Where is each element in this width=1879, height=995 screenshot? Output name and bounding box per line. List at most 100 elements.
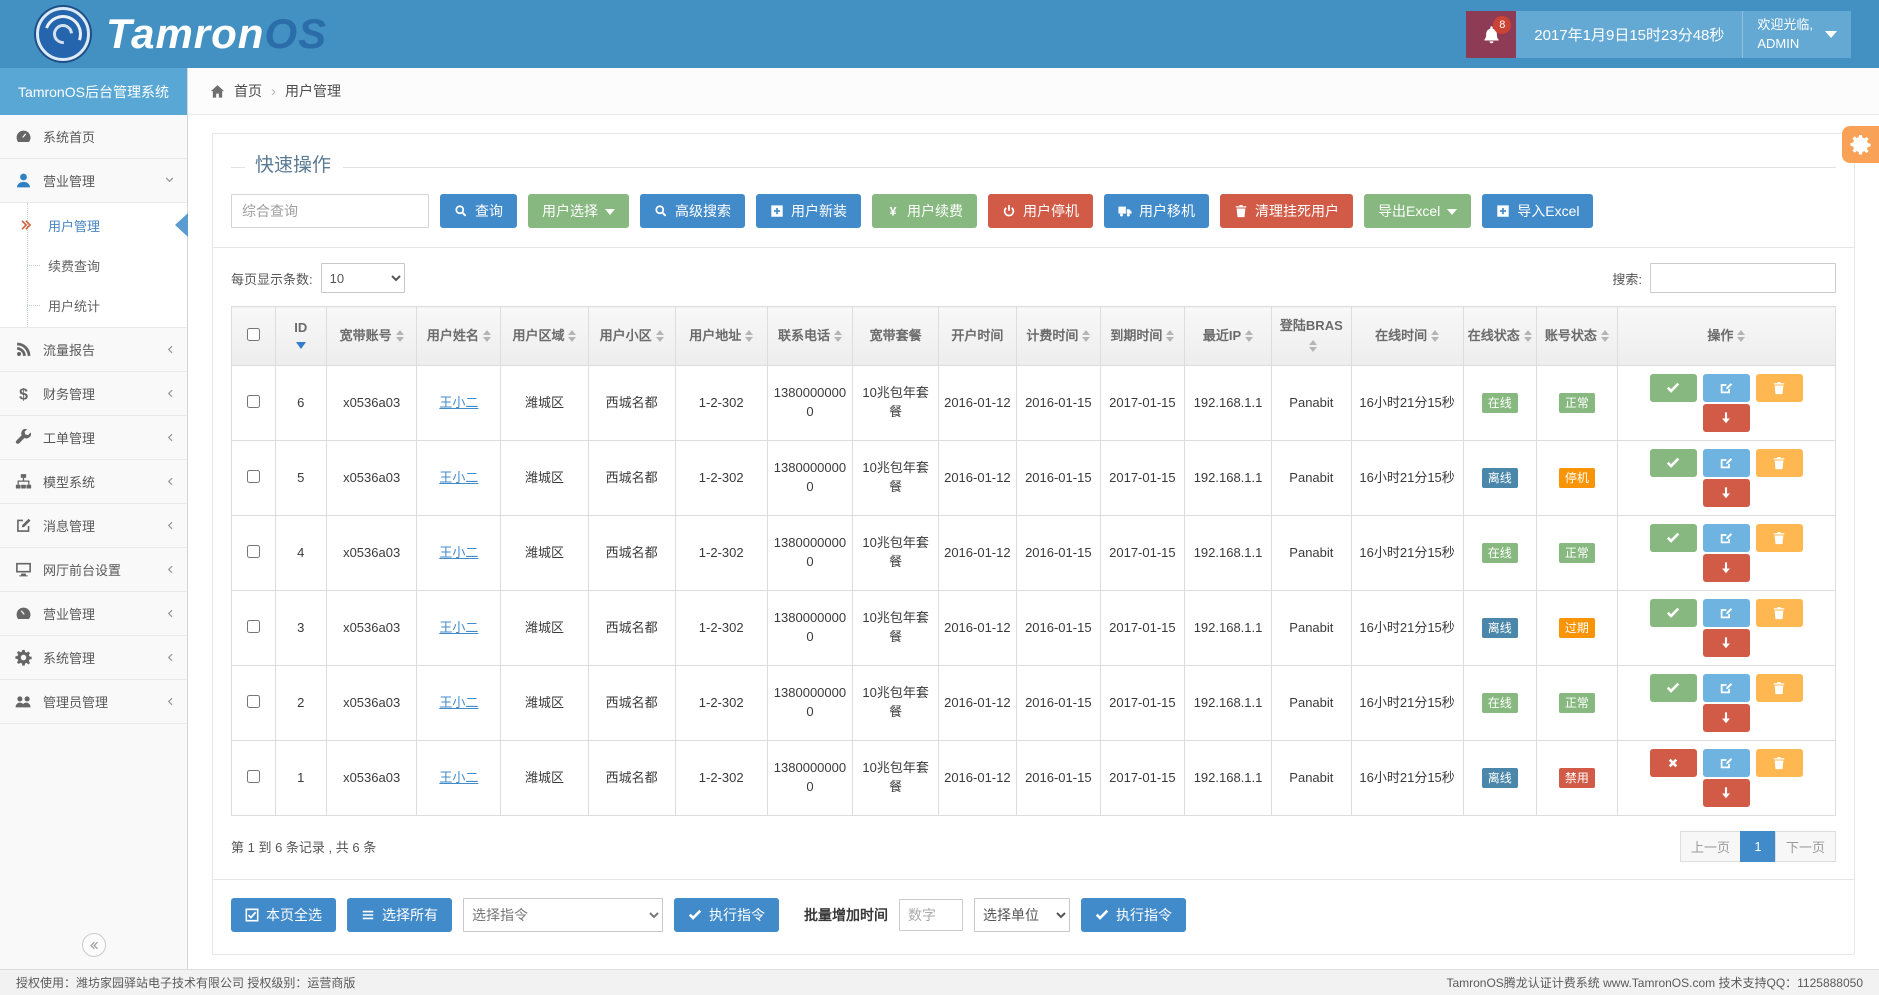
toolbar-button-8[interactable]: 导出Excel <box>1364 194 1471 228</box>
sidebar-item-10[interactable]: 管理员管理 <box>0 680 187 724</box>
sidebar-item-9[interactable]: 系统管理 <box>0 636 187 680</box>
column-header-actions[interactable]: 操作 <box>1617 307 1835 366</box>
toolbar-button-9[interactable]: 导入Excel <box>1482 194 1593 228</box>
deny-action-button[interactable] <box>1650 749 1697 777</box>
sidebar-item-3[interactable]: $财务管理 <box>0 372 187 416</box>
batch-number-input[interactable] <box>899 899 963 931</box>
column-header-account[interactable]: 宽带账号 <box>326 307 416 366</box>
toolbar-button-2[interactable]: 高级搜索 <box>640 194 745 228</box>
sidebar-item-0[interactable]: 系统首页 <box>0 115 187 159</box>
user-menu[interactable]: 欢迎光临, ADMIN <box>1742 11 1851 58</box>
column-header-online_time[interactable]: 在线时间 <box>1351 307 1463 366</box>
toolbar-button-5[interactable]: 用户停机 <box>988 194 1093 228</box>
column-header-address[interactable]: 用户地址 <box>675 307 767 366</box>
sidebar-item-1[interactable]: 营业管理 <box>0 159 187 203</box>
sidebar-item-2[interactable]: 流量报告 <box>0 328 187 372</box>
column-header-expire_date[interactable]: 到期时间 <box>1100 307 1184 366</box>
edit-action-button[interactable] <box>1703 749 1750 777</box>
download-action-button[interactable] <box>1703 704 1750 732</box>
sidebar-item-5[interactable]: 模型系统 <box>0 460 187 504</box>
breadcrumb-home[interactable]: 首页 <box>234 81 262 101</box>
column-header-bras[interactable]: 登陆BRAS <box>1272 307 1351 366</box>
edit-action-button[interactable] <box>1703 674 1750 702</box>
column-header-ip[interactable]: 最近IP <box>1184 307 1271 366</box>
approve-action-button[interactable] <box>1650 524 1697 552</box>
pagination-next-button[interactable]: 下一页 <box>1775 831 1836 862</box>
column-header-online_status[interactable]: 在线状态 <box>1463 307 1536 366</box>
sidebar-subitem-0[interactable]: 用户管理 <box>0 205 187 245</box>
pagination-page-button[interactable]: 1 <box>1740 831 1776 862</box>
download-action-button[interactable] <box>1703 479 1750 507</box>
cell-checkbox[interactable] <box>232 441 276 516</box>
column-header-checkbox[interactable] <box>232 307 276 366</box>
toolbar-button-6[interactable]: 用户移机 <box>1104 194 1209 228</box>
column-header-name[interactable]: 用户姓名 <box>417 307 501 366</box>
toolbar-button-3[interactable]: 用户新装 <box>756 194 861 228</box>
combined-search-input[interactable] <box>231 194 429 228</box>
user-name-link[interactable]: 王小二 <box>439 695 478 710</box>
edit-action-button[interactable] <box>1703 599 1750 627</box>
approve-action-button[interactable] <box>1650 674 1697 702</box>
column-header-bill_date[interactable]: 计费时间 <box>1016 307 1100 366</box>
download-action-button[interactable] <box>1703 554 1750 582</box>
edit-action-button[interactable] <box>1703 524 1750 552</box>
edit-action-button[interactable] <box>1703 374 1750 402</box>
approve-action-button[interactable] <box>1650 449 1697 477</box>
cell-checkbox[interactable] <box>232 366 276 441</box>
row-checkbox[interactable] <box>247 695 260 708</box>
notifications-button[interactable]: 8 <box>1466 11 1516 58</box>
sidebar-collapse-button[interactable] <box>82 933 106 957</box>
cell-checkbox[interactable] <box>232 591 276 666</box>
row-checkbox[interactable] <box>247 545 260 558</box>
sidebar-item-8[interactable]: 营业管理 <box>0 592 187 636</box>
download-action-button[interactable] <box>1703 779 1750 807</box>
cell-checkbox[interactable] <box>232 516 276 591</box>
delete-action-button[interactable] <box>1756 374 1803 402</box>
select-all-checkbox[interactable] <box>247 328 260 341</box>
column-header-phone[interactable]: 联系电话 <box>767 307 853 366</box>
pagination-prev-button[interactable]: 上一页 <box>1680 831 1741 862</box>
user-name-link[interactable]: 王小二 <box>439 395 478 410</box>
delete-action-button[interactable] <box>1756 449 1803 477</box>
row-checkbox[interactable] <box>247 470 260 483</box>
delete-action-button[interactable] <box>1756 524 1803 552</box>
column-header-account_status[interactable]: 账号状态 <box>1536 307 1617 366</box>
column-header-id[interactable]: ID <box>275 307 326 366</box>
unit-select[interactable]: 选择单位 <box>974 898 1070 932</box>
approve-action-button[interactable] <box>1650 374 1697 402</box>
toolbar-button-4[interactable]: ¥用户续费 <box>872 194 977 228</box>
edit-action-button[interactable] <box>1703 449 1750 477</box>
user-name-link[interactable]: 王小二 <box>439 620 478 635</box>
command-select[interactable]: 选择指令 <box>463 898 663 932</box>
toolbar-button-1[interactable]: 用户选择 <box>528 194 629 228</box>
delete-action-button[interactable] <box>1756 599 1803 627</box>
approve-action-button[interactable] <box>1650 599 1697 627</box>
user-name-link[interactable]: 王小二 <box>439 770 478 785</box>
select-all-button[interactable]: 选择所有 <box>347 898 452 932</box>
delete-action-button[interactable] <box>1756 749 1803 777</box>
sidebar-item-7[interactable]: 网厅前台设置 <box>0 548 187 592</box>
execute-batch-button[interactable]: 执行指令 <box>1081 898 1186 932</box>
toolbar-button-0[interactable]: 查询 <box>440 194 517 228</box>
column-header-community[interactable]: 用户小区 <box>588 307 675 366</box>
sidebar-subitem-2[interactable]: 用户统计 <box>0 285 187 325</box>
page-size-select[interactable]: 10 <box>321 263 405 293</box>
user-name-link[interactable]: 王小二 <box>439 545 478 560</box>
table-search-input[interactable] <box>1650 263 1836 293</box>
row-checkbox[interactable] <box>247 770 260 783</box>
cell-checkbox[interactable] <box>232 666 276 741</box>
cell-checkbox[interactable] <box>232 741 276 816</box>
row-checkbox[interactable] <box>247 620 260 633</box>
sidebar-item-4[interactable]: 工单管理 <box>0 416 187 460</box>
download-action-button[interactable] <box>1703 404 1750 432</box>
download-action-button[interactable] <box>1703 629 1750 657</box>
toolbar-button-7[interactable]: 清理挂死用户 <box>1220 194 1353 228</box>
select-page-button[interactable]: 本页全选 <box>231 898 336 932</box>
delete-action-button[interactable] <box>1756 674 1803 702</box>
row-checkbox[interactable] <box>247 395 260 408</box>
sidebar-item-6[interactable]: 消息管理 <box>0 504 187 548</box>
sidebar-subitem-1[interactable]: 续费查询 <box>0 245 187 285</box>
execute-command-button[interactable]: 执行指令 <box>674 898 779 932</box>
column-header-region[interactable]: 用户区域 <box>501 307 588 366</box>
settings-gear-button[interactable] <box>1842 126 1879 163</box>
